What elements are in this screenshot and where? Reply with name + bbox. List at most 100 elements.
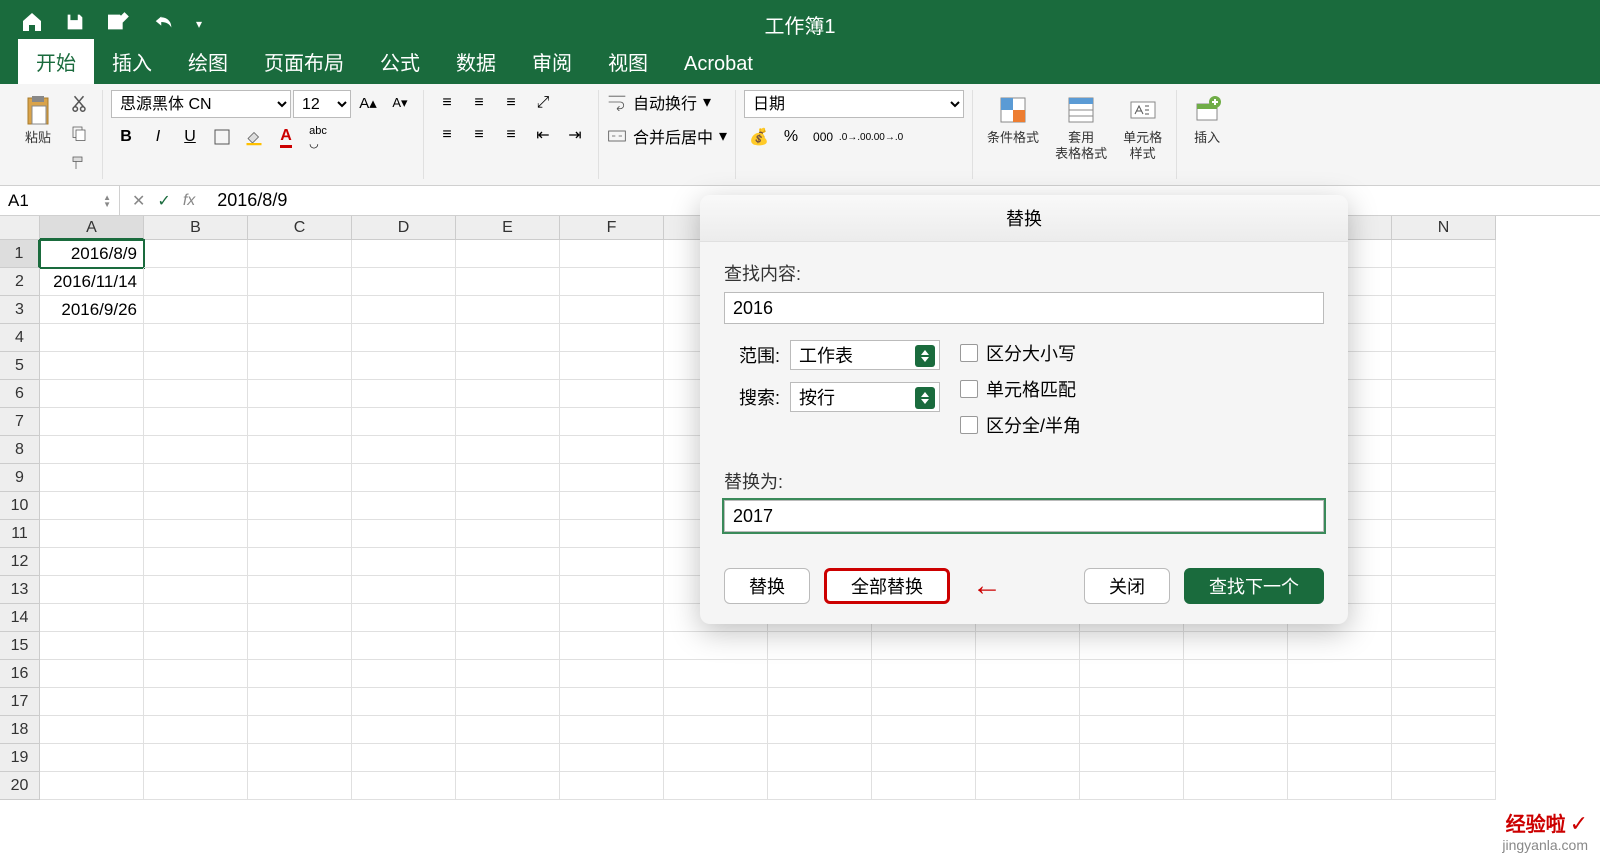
cell[interactable] [1392,660,1496,688]
increase-indent-icon[interactable]: ⇥ [560,122,590,148]
cell[interactable] [456,296,560,324]
cell[interactable] [1392,492,1496,520]
decrease-font-icon[interactable]: A▾ [385,90,415,116]
cell[interactable] [768,660,872,688]
cell[interactable] [456,548,560,576]
cell[interactable] [144,576,248,604]
border-button[interactable] [207,124,237,150]
cell[interactable] [1392,352,1496,380]
namebox-dropdown-icon[interactable]: ▲▼ [103,194,111,208]
cell[interactable] [144,520,248,548]
column-header[interactable]: A [40,216,144,240]
row-header[interactable]: 9 [0,464,40,492]
cell[interactable] [40,660,144,688]
cell[interactable] [560,520,664,548]
cell[interactable] [1080,660,1184,688]
cell[interactable] [144,688,248,716]
name-box[interactable]: A1 ▲▼ [0,186,120,216]
cell[interactable] [560,772,664,800]
format-painter-icon[interactable] [64,150,94,176]
cell[interactable] [1392,576,1496,604]
cell[interactable] [40,436,144,464]
cell[interactable] [144,660,248,688]
cell[interactable] [1392,464,1496,492]
cell[interactable] [872,744,976,772]
cell[interactable] [1392,688,1496,716]
row-header[interactable]: 12 [0,548,40,576]
row-header[interactable]: 2 [0,268,40,296]
decrease-decimal-icon[interactable]: .00→.0 [872,124,902,150]
row-header[interactable]: 18 [0,716,40,744]
enter-icon[interactable]: ✓ [157,191,170,211]
cell[interactable] [560,604,664,632]
cell[interactable] [1184,632,1288,660]
find-input[interactable] [724,292,1324,324]
cell[interactable] [248,688,352,716]
cell[interactable] [248,660,352,688]
cell[interactable] [560,296,664,324]
cell[interactable] [144,604,248,632]
row-header[interactable]: 19 [0,744,40,772]
cell[interactable] [560,660,664,688]
cell[interactable] [560,576,664,604]
tab-home[interactable]: 开始 [18,39,94,84]
cell[interactable] [456,660,560,688]
row-header[interactable]: 20 [0,772,40,800]
tab-draw[interactable]: 绘图 [170,39,246,84]
cell[interactable] [1184,772,1288,800]
cell[interactable] [1184,688,1288,716]
cell[interactable] [1392,716,1496,744]
wrap-text-button[interactable]: 自动换行▾ [607,90,711,114]
tab-review[interactable]: 审阅 [514,39,590,84]
row-header[interactable]: 3 [0,296,40,324]
cell[interactable] [872,688,976,716]
match-case-checkbox[interactable]: 区分大小写 [960,340,1081,366]
cell[interactable] [456,240,560,268]
cell[interactable] [1392,744,1496,772]
align-center-icon[interactable]: ≡ [464,122,494,148]
column-header[interactable]: D [352,216,456,240]
cell[interactable] [352,324,456,352]
cell[interactable] [560,716,664,744]
cell[interactable] [560,464,664,492]
cell[interactable] [352,408,456,436]
align-left-icon[interactable]: ≡ [432,122,462,148]
cell[interactable] [560,268,664,296]
cell[interactable] [248,352,352,380]
undo-icon[interactable] [152,11,176,38]
cell[interactable] [560,324,664,352]
paste-button[interactable]: 粘贴 [16,90,60,150]
cell[interactable] [40,772,144,800]
italic-button[interactable]: I [143,124,173,150]
cell[interactable] [144,296,248,324]
cell[interactable] [872,632,976,660]
cell[interactable] [1080,744,1184,772]
cell[interactable] [1184,744,1288,772]
cell[interactable] [248,492,352,520]
cell[interactable] [976,744,1080,772]
insert-cells-button[interactable]: 插入 [1185,90,1229,150]
cell[interactable] [560,380,664,408]
cell[interactable] [560,436,664,464]
cell[interactable] [248,436,352,464]
increase-decimal-icon[interactable]: .0→.00 [840,124,870,150]
number-format-select[interactable]: 日期 [744,90,964,118]
cell[interactable] [976,660,1080,688]
cell[interactable] [664,772,768,800]
tab-formula[interactable]: 公式 [362,39,438,84]
fx-icon[interactable]: fx [183,192,195,210]
cell[interactable] [1392,268,1496,296]
cell[interactable] [1392,520,1496,548]
cell[interactable] [872,772,976,800]
cell[interactable] [352,632,456,660]
cell[interactable] [40,520,144,548]
cell[interactable] [352,520,456,548]
currency-icon[interactable]: 💰 [744,124,774,150]
cell[interactable] [1080,716,1184,744]
cell[interactable] [248,380,352,408]
cell[interactable] [40,548,144,576]
cell[interactable] [144,352,248,380]
cell[interactable] [144,632,248,660]
cell[interactable] [40,352,144,380]
cell[interactable] [144,436,248,464]
